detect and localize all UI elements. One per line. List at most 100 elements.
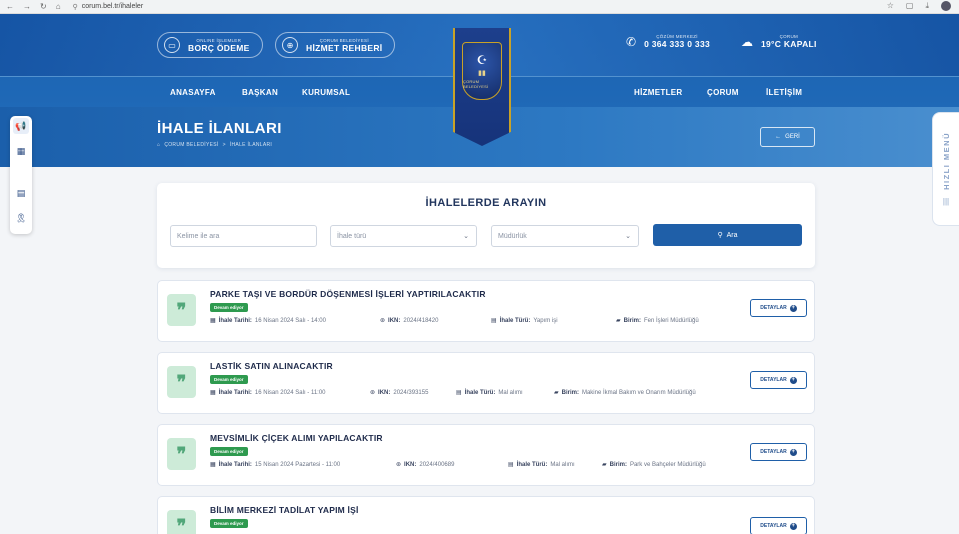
calendar-icon: ▦ xyxy=(210,462,216,468)
calendar-icon: ▦ xyxy=(210,390,216,396)
tender-type: ▤ İhale Türü: Mal alımı xyxy=(508,461,575,469)
quick-menu-label: HIZLI MENÜ xyxy=(941,131,951,190)
bookmark-star-icon[interactable]: ☆ xyxy=(887,1,894,11)
tender-date: ▦ İhale Tarihi: 16 Nisan 2024 Salı - 14:00 xyxy=(210,317,326,325)
download-icon[interactable]: ⤓ xyxy=(925,1,929,11)
ribbon-icon[interactable]: 🎗 xyxy=(13,210,29,226)
profile-avatar[interactable] xyxy=(941,1,951,11)
status-badge: Devam ediyor xyxy=(210,519,248,528)
address-bar[interactable]: ⚲ corum.bel.tr/ihaleler xyxy=(73,3,144,11)
breadcrumb-home[interactable]: ÇORUM BELEDİYESİ xyxy=(164,142,218,148)
search-button-label: Ara xyxy=(726,231,738,239)
quick-menu-tab[interactable]: HIZLI MENÜ ||| xyxy=(932,112,959,226)
card-icon: ▭ xyxy=(164,37,180,53)
service-guide-button[interactable]: ⊕ ÇORUM BELEDİYESİ HİZMET REHBERİ xyxy=(275,32,396,58)
quote-icon: ❞ xyxy=(167,366,196,398)
building-icon: ▰ xyxy=(554,390,559,396)
browser-toolbar: ← → ↻ ⌂ ⚲ corum.bel.tr/ihaleler ☆ ▢ ⤓ xyxy=(0,0,959,14)
arrow-left-icon: ← xyxy=(775,134,782,140)
nav-iletisim[interactable]: İLETİŞİM xyxy=(766,88,802,97)
online-payment-button[interactable]: ▭ ONLINE İŞLEMLER BORÇ ÖDEME xyxy=(157,32,263,58)
page-title: İHALE İLANLARI xyxy=(157,120,282,137)
department-select[interactable]: Müdürlük ⌄ xyxy=(491,225,639,247)
logo-text: ÇORUM BELEDİYESİ xyxy=(463,79,489,89)
crescent-star-icon: ☪ xyxy=(476,53,488,67)
list-icon: ▤ xyxy=(456,390,462,396)
site-settings-icon[interactable]: ⚲ xyxy=(73,3,78,11)
tender-type-select[interactable]: İhale türü ⌄ xyxy=(330,225,477,247)
tender-unit: ▰ Birim: Park ve Bahçeler Müdürlüğü xyxy=(602,461,706,469)
tender-ikn: ⊛ IKN: 2024/393155 xyxy=(370,389,429,397)
search-button[interactable]: ⚲ Ara xyxy=(653,224,802,246)
breadcrumb-separator: > xyxy=(222,142,226,148)
breadcrumb-current: İHALE İLANLARI xyxy=(229,142,273,148)
tender-type: ▤ İhale Türü: Yapım işi xyxy=(491,317,558,325)
phone-icon: ✆ xyxy=(626,34,637,49)
quote-icon: ❞ xyxy=(167,294,196,326)
home-icon[interactable]: ⌂ xyxy=(157,142,160,148)
pill-title: HİZMET REHBERİ xyxy=(306,42,383,53)
left-quick-dock: 📢 ▦ ▤ 🎗 xyxy=(10,116,32,234)
municipality-logo[interactable]: ☪ ▮▮ ÇORUM BELEDİYESİ xyxy=(453,28,511,146)
quote-icon: ❞ xyxy=(167,438,196,470)
weather-widget: ☁ ÇORUM 19°C KAPALI xyxy=(741,34,817,49)
link-icon: ⊛ xyxy=(380,318,386,324)
status-badge: Devam ediyor xyxy=(210,375,248,384)
tender-title[interactable]: MEVSİMLİK ÇİÇEK ALIMI YAPILACAKTIR xyxy=(210,433,383,443)
megaphone-icon[interactable]: 📢 xyxy=(13,118,29,134)
details-button[interactable]: DETAYLAR + xyxy=(750,371,807,389)
back-arrow-icon[interactable]: ← xyxy=(6,2,14,11)
nav-baskan[interactable]: BAŞKAN xyxy=(242,88,278,97)
nav-hizmetler[interactable]: HİZMETLER xyxy=(634,88,682,97)
call-center-label: ÇÖZÜM MERKEZİ xyxy=(656,34,698,39)
status-badge: Devam ediyor xyxy=(210,303,248,312)
search-icon: ⚲ xyxy=(717,232,723,239)
cloud-icon: ☁ xyxy=(741,34,753,49)
tender-card[interactable]: ❞ MEVSİMLİK ÇİÇEK ALIMI YAPILACAKTIR Dev… xyxy=(157,424,815,486)
tower-icon: ▮▮ xyxy=(478,70,486,77)
extensions-icon[interactable]: ▢ xyxy=(906,1,914,11)
nav-corum[interactable]: ÇORUM xyxy=(707,88,739,97)
tender-date: ▦ İhale Tarihi: 15 Nisan 2024 Pazartesi - … xyxy=(210,461,341,469)
tender-title[interactable]: PARKE TAŞI VE BORDÜR DÖŞENMESİ İŞLERİ YA… xyxy=(210,289,486,299)
details-button[interactable]: DETAYLAR + xyxy=(750,443,807,461)
weather-value: 19°C KAPALI xyxy=(761,39,817,49)
building-icon: ▰ xyxy=(602,462,607,468)
url-text: corum.bel.tr/ihaleler xyxy=(81,3,144,10)
details-button[interactable]: DETAYLAR + xyxy=(750,299,807,317)
plus-circle-icon: + xyxy=(789,304,797,312)
details-button[interactable]: DETAYLAR + xyxy=(750,517,807,534)
link-icon: ⊛ xyxy=(396,462,402,468)
tender-type: ▤ İhale Türü: Mal alımı xyxy=(456,389,523,397)
tender-card[interactable]: ❞ PARKE TAŞI VE BORDÜR DÖŞENMESİ İŞLERİ … xyxy=(157,280,815,342)
plus-circle-icon: + xyxy=(789,522,797,530)
breadcrumb: ⌂ ÇORUM BELEDİYESİ > İHALE İLANLARI xyxy=(157,142,272,148)
plus-circle-icon: + xyxy=(789,448,797,456)
search-title: İHALELERDE ARAYIN xyxy=(425,197,547,209)
keyword-placeholder: Kelime ile ara xyxy=(177,232,220,240)
reload-icon[interactable]: ↻ xyxy=(40,2,47,11)
tender-ikn: ⊛ IKN: 2024/400689 xyxy=(396,461,455,469)
home-icon[interactable]: ⌂ xyxy=(56,2,61,11)
nav-kurumsal[interactable]: KURUMSAL xyxy=(302,88,350,97)
tender-unit: ▰ Birim: Makine İkmal Bakım ve Onarım Müdü… xyxy=(554,389,696,397)
calendar-icon[interactable]: ▦ xyxy=(13,143,29,159)
tender-title[interactable]: BİLİM MERKEZİ TADİLAT YAPIM İŞİ xyxy=(210,505,359,515)
pill-subtitle: ONLINE İŞLEMLER xyxy=(196,37,242,43)
call-center[interactable]: ✆ ÇÖZÜM MERKEZİ 0 364 333 0 333 xyxy=(626,34,710,49)
tender-card[interactable]: ❞ LASTİK SATIN ALINACAKTIR Devam ediyor … xyxy=(157,352,815,414)
nav-anasayfa[interactable]: ANASAYFA xyxy=(170,88,216,97)
tender-ikn: ⊛ IKN: 2024/418420 xyxy=(380,317,439,325)
globe-icon: ⊕ xyxy=(282,37,298,53)
menu-bars-icon: ||| xyxy=(942,197,950,207)
tender-card[interactable]: ❞ BİLİM MERKEZİ TADİLAT YAPIM İŞİ Devam … xyxy=(157,496,815,534)
tender-date: ▦ İhale Tarihi: 16 Nisan 2024 Salı - 11:00 xyxy=(210,389,326,397)
document-icon[interactable]: ▤ xyxy=(13,185,29,201)
back-button[interactable]: ← GERİ xyxy=(760,127,815,147)
forward-arrow-icon[interactable]: → xyxy=(23,2,31,11)
keyword-input[interactable]: Kelime ile ara xyxy=(170,225,317,247)
tender-title[interactable]: LASTİK SATIN ALINACAKTIR xyxy=(210,361,333,371)
list-icon: ▤ xyxy=(491,318,497,324)
search-panel: İHALELERDE ARAYIN Kelime ile ara İhale t… xyxy=(157,183,815,268)
chevron-down-icon: ⌄ xyxy=(463,233,469,240)
